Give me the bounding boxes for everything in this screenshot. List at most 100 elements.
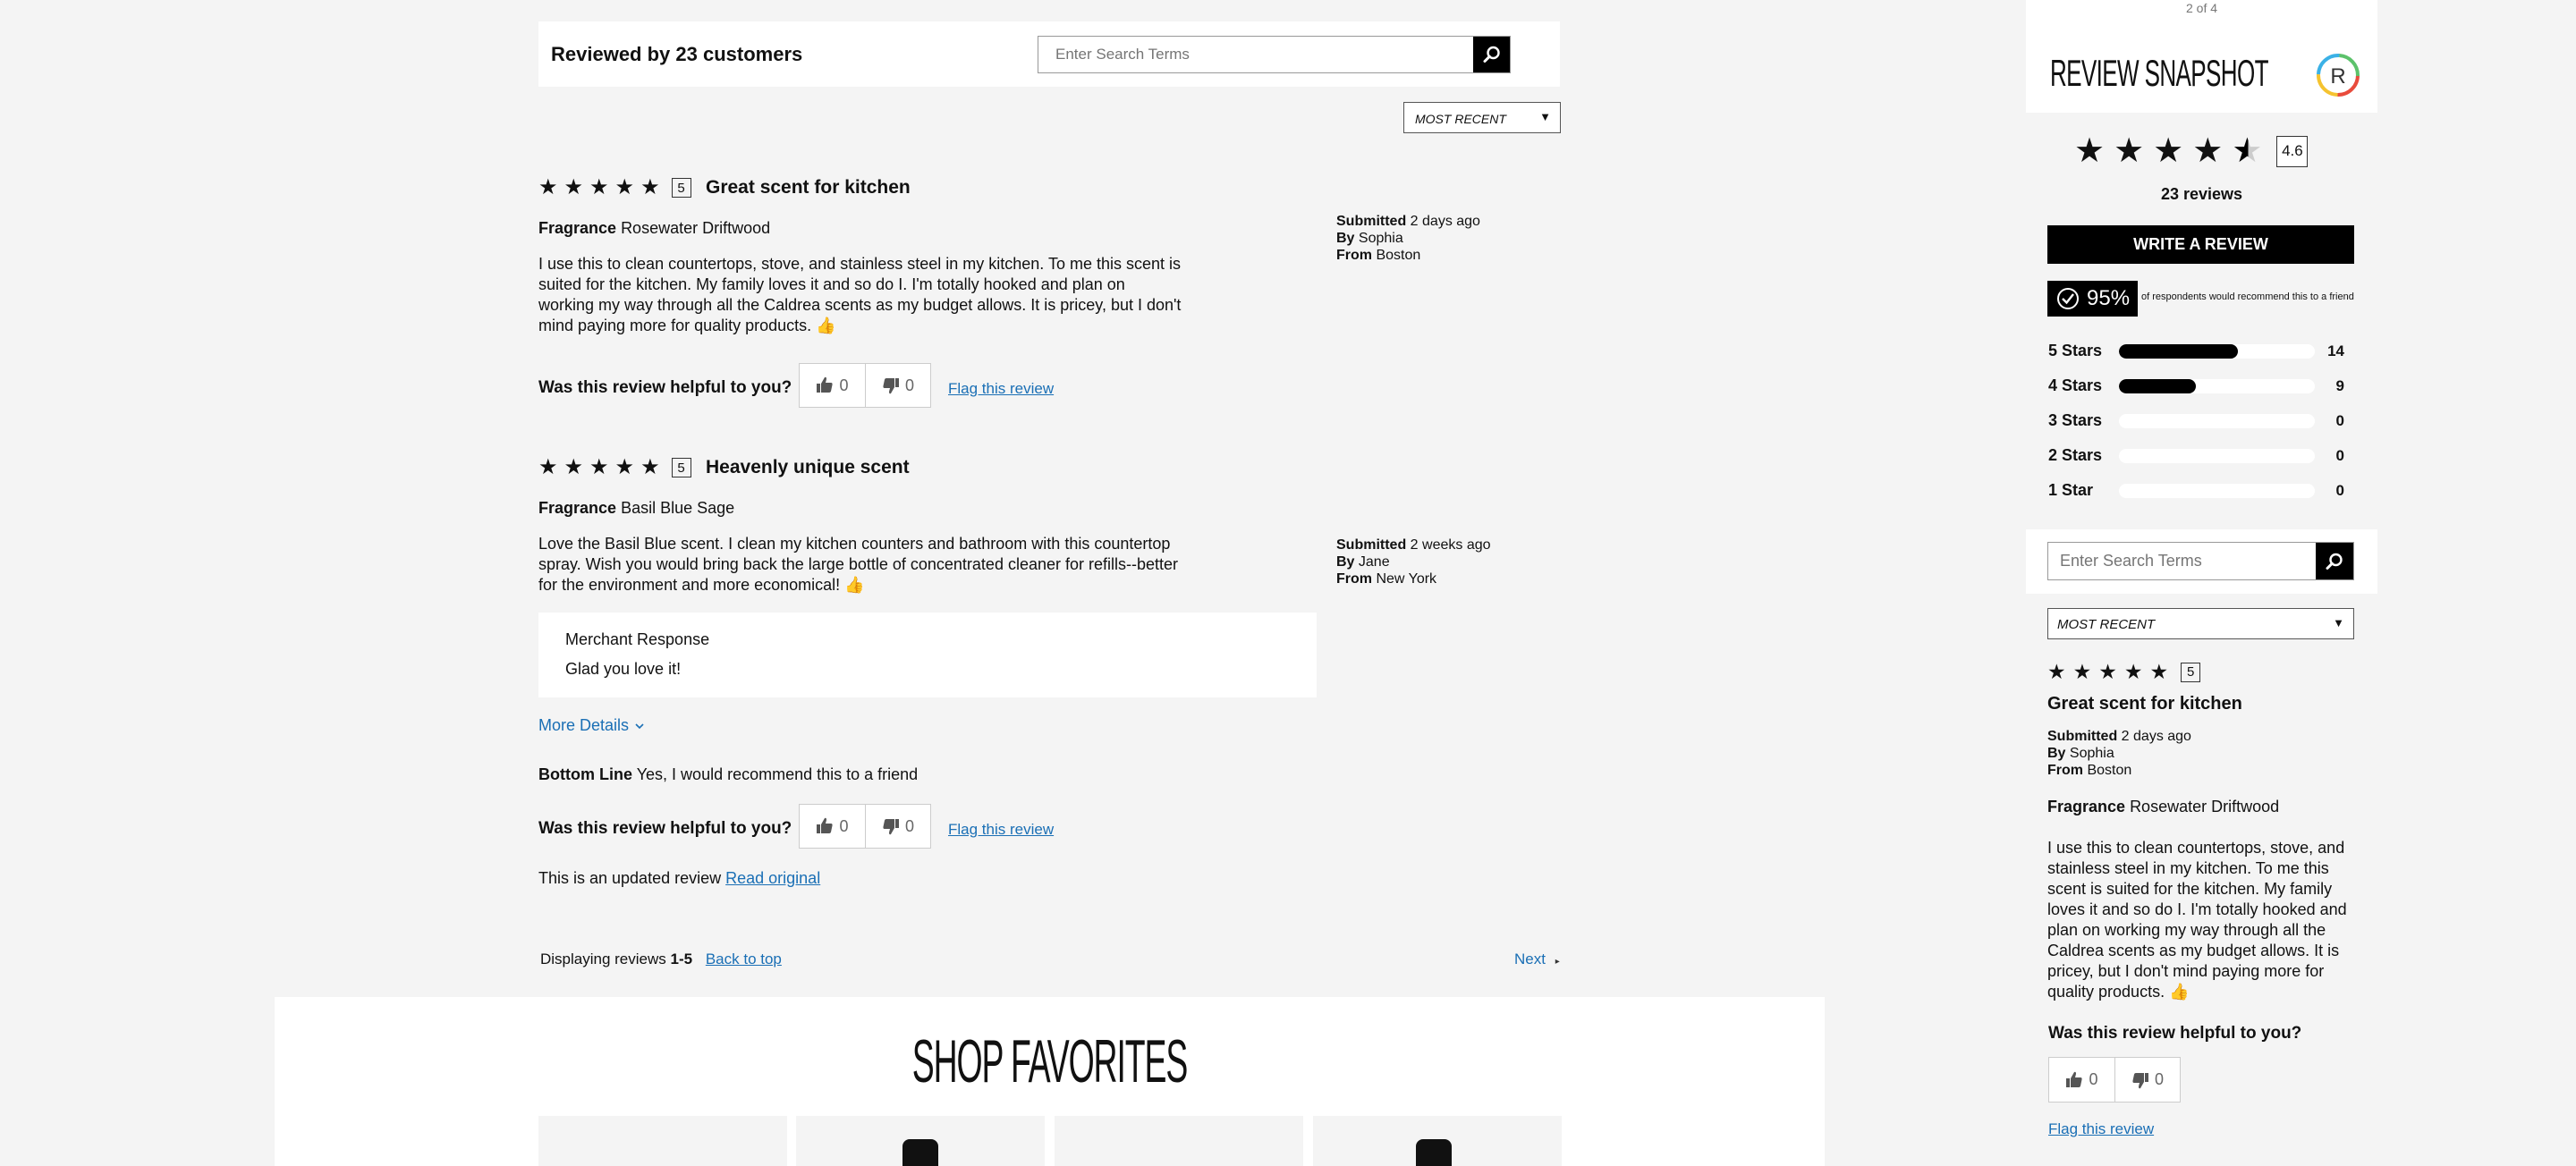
sidebar-helpful-vote-group: 0 0 (2048, 1057, 2181, 1103)
by-label: By (1336, 554, 1355, 570)
helpful-yes-button[interactable]: 0 (800, 364, 865, 407)
sidebar-search-button[interactable] (2316, 543, 2353, 579)
thumbs-up-icon (2066, 1071, 2083, 1087)
search-icon (2326, 553, 2343, 570)
review-2-meta: Submitted 2 weeks ago By Jane From New Y… (1336, 537, 1491, 587)
product-tile[interactable] (1055, 1116, 1303, 1166)
thumbs-up-icon (817, 817, 834, 833)
star-icon: ★ (640, 455, 660, 479)
reviewer-location: Boston (1376, 248, 1421, 263)
next-label: Next (1514, 951, 1546, 967)
review-1-fragrance: Fragrance Rosewater Driftwood (538, 218, 770, 239)
histogram-row[interactable]: 2 Stars 0 (2048, 438, 2344, 473)
write-review-button[interactable]: WRITE A REVIEW (2047, 225, 2354, 264)
rating-score-badge: 5 (671, 178, 691, 198)
review-search-field[interactable] (1038, 36, 1511, 73)
star-icon: ★ (564, 455, 584, 479)
sort-dropdown[interactable]: MOST RECENT ▼ (1403, 102, 1561, 133)
bottom-line-value: Yes, I would recommend this to a friend (636, 765, 919, 783)
submitted-label: Submitted (1336, 214, 1407, 229)
dropdown-caret-icon: ▼ (1539, 110, 1551, 123)
star-icon: ★ (589, 455, 609, 479)
histogram-row[interactable]: 3 Stars 0 (2048, 403, 2344, 438)
thumbs-down-icon (883, 819, 899, 835)
histogram-count: 0 (2335, 481, 2344, 499)
histogram-bar-fill (2119, 378, 2196, 393)
reviewer-location: Boston (2087, 763, 2132, 778)
histogram-label: 4 Stars (2048, 376, 2103, 394)
star-icon: ★ (564, 175, 584, 199)
helpful-no-count: 0 (904, 376, 914, 394)
fragrance-label: Fragrance (538, 499, 617, 517)
histogram-bar-track (2119, 378, 2315, 393)
star-icon: ★ (2149, 660, 2169, 683)
star-icon: ★ (2114, 132, 2145, 170)
helpful-no-button[interactable]: 0 (2114, 1058, 2180, 1102)
review-1-title: Great scent for kitchen (706, 177, 911, 198)
updated-review-note: This is an updated review Read original (538, 868, 820, 889)
helpful-yes-count: 0 (2089, 1070, 2098, 1088)
star-icon: ★ (589, 175, 609, 199)
sort-selected-label: MOST RECENT (1415, 112, 1506, 126)
fragrance-value: Rosewater Driftwood (2130, 798, 2280, 815)
from-label: From (2047, 763, 2083, 778)
thumbs-down-icon (2132, 1072, 2148, 1088)
helpful-yes-button[interactable]: 0 (2049, 1058, 2114, 1102)
review-1-rating: ★ ★ ★ ★ ★ 5 (538, 177, 691, 199)
helpful-yes-button[interactable]: 0 (800, 805, 865, 848)
recommend-text: of respondents would recommend this to a… (2141, 292, 2354, 302)
product-tile[interactable] (796, 1116, 1045, 1166)
histogram-row[interactable]: 4 Stars 9 (2048, 368, 2344, 403)
sidebar-search-field[interactable] (2047, 542, 2354, 580)
review-2-body: Love the Basil Blue scent. I clean my ki… (538, 535, 1179, 594)
search-icon (1483, 46, 1500, 63)
histogram-label: 1 Star (2048, 481, 2094, 499)
back-to-top-link[interactable]: Back to top (706, 951, 782, 967)
helpful-no-button[interactable]: 0 (865, 805, 930, 848)
star-icon: ★ (2074, 132, 2106, 170)
by-label: By (1336, 231, 1355, 246)
star-icon: ★ (2192, 132, 2224, 170)
sidebar-flag-review-link[interactable]: Flag this review (2048, 1120, 2154, 1138)
star-icon: ★ (2123, 660, 2143, 683)
product-tile[interactable] (1313, 1116, 1562, 1166)
product-tile[interactable] (538, 1116, 787, 1166)
histogram-bar-track (2119, 413, 2315, 428)
reviewer-name: Jane (1358, 554, 1390, 570)
check-circle-icon (2057, 288, 2079, 309)
review-1-body: I use this to clean countertops, stove, … (538, 255, 1182, 334)
thumbs-up-icon (817, 376, 834, 393)
star-icon: ★ (614, 175, 635, 199)
review-snapshot-header: 2 of 4 REVIEW SNAPSHOT R (2026, 0, 2377, 113)
histogram-row[interactable]: 1 Star 0 (2048, 473, 2344, 508)
displaying-label: Displaying reviews (540, 951, 666, 967)
reviewer-location: New York (1376, 571, 1437, 587)
star-icon: ★ (640, 175, 660, 199)
total-reviews-count: 23 reviews (2160, 185, 2243, 203)
histogram-bar-track (2119, 343, 2315, 359)
reviewer-name: Sophia (1358, 231, 1403, 246)
more-details-label: More Details (538, 716, 630, 734)
review-search-input[interactable] (1038, 37, 1473, 72)
flag-review-link[interactable]: Flag this review (948, 821, 1054, 839)
sidebar-search-input[interactable] (2048, 543, 2316, 579)
search-button[interactable] (1473, 37, 1510, 72)
flag-review-link[interactable]: Flag this review (948, 380, 1054, 398)
histogram-bar-track (2119, 483, 2315, 498)
by-label: By (2047, 746, 2066, 761)
more-details-toggle[interactable]: More Details (538, 716, 645, 735)
rating-score-badge: 5 (2181, 662, 2201, 682)
star-icon: ★ (2153, 132, 2184, 170)
next-page-link[interactable]: Next ▸ (1514, 951, 1560, 968)
read-original-link[interactable]: Read original (725, 869, 820, 887)
recommend-percent: 95% (2087, 286, 2131, 310)
helpful-vote-group: 0 0 (799, 363, 931, 408)
reviewer-name: Sophia (2069, 746, 2114, 761)
brand-logo-icon: R (2317, 54, 2360, 97)
sidebar-review-title: Great scent for kitchen (2047, 694, 2242, 714)
helpful-no-button[interactable]: 0 (865, 364, 930, 407)
sidebar-sort-dropdown[interactable]: MOST RECENT ▼ (2047, 608, 2354, 639)
histogram-row[interactable]: 5 Stars 14 (2048, 334, 2344, 368)
histogram-label: 3 Stars (2048, 411, 2103, 429)
histogram-bar-track (2119, 448, 2315, 463)
